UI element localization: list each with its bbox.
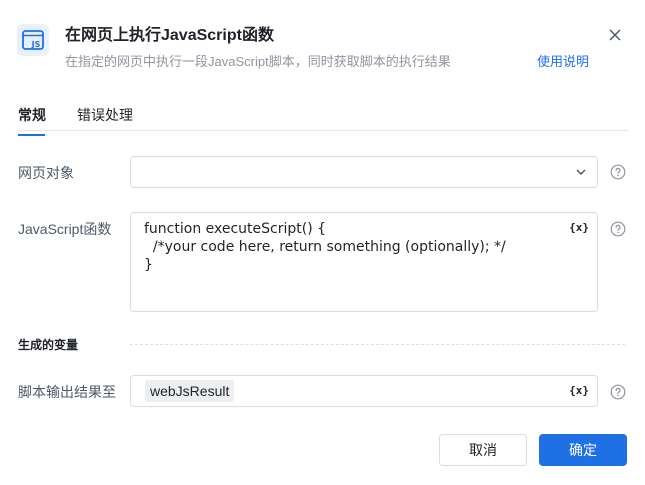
js-function-label: JavaScript函数 <box>18 221 112 237</box>
tab-general-label: 常规 <box>18 107 46 123</box>
output-result-label: 脚本输出结果至 <box>18 384 116 400</box>
tab-general[interactable]: 常规 <box>18 105 46 136</box>
cancel-button[interactable]: 取消 <box>439 434 527 466</box>
code-line: /*your code here, return something (opti… <box>144 239 506 255</box>
javascript-window-icon: JS <box>17 24 49 56</box>
tab-bar: 常规 错误处理 <box>18 100 628 136</box>
code-line: function executeScript() { <box>144 221 327 237</box>
help-icon[interactable] <box>610 384 626 400</box>
generated-variables-heading: 生成的变量 <box>18 338 79 352</box>
output-variable-field[interactable]: webJsResult {x} <box>130 375 598 407</box>
close-icon[interactable] <box>606 26 624 44</box>
insert-variable-icon[interactable]: {x} <box>569 221 589 234</box>
chevron-down-icon <box>576 169 586 176</box>
page-object-label: 网页对象 <box>18 165 74 181</box>
js-code-editor[interactable]: function executeScript() { /*your code h… <box>130 212 598 312</box>
section-divider <box>130 344 625 345</box>
insert-variable-icon[interactable]: {x} <box>569 384 589 397</box>
tab-error-handling[interactable]: 错误处理 <box>77 105 133 125</box>
dialog-subtitle: 在指定的网页中执行一段JavaScript脚本，同时获取脚本的执行结果 <box>65 54 451 69</box>
help-icon[interactable] <box>610 221 626 237</box>
icon-label: JS <box>31 40 41 49</box>
active-tab-indicator <box>18 134 45 136</box>
help-icon[interactable] <box>610 164 626 180</box>
variable-chip[interactable]: webJsResult <box>145 380 235 402</box>
usage-help-link[interactable]: 使用说明 <box>537 51 589 70</box>
dialog-title: 在网页上执行JavaScript函数 <box>65 27 274 44</box>
page-object-select[interactable] <box>130 156 598 188</box>
confirm-button[interactable]: 确定 <box>539 434 627 466</box>
code-line: } <box>144 257 153 273</box>
